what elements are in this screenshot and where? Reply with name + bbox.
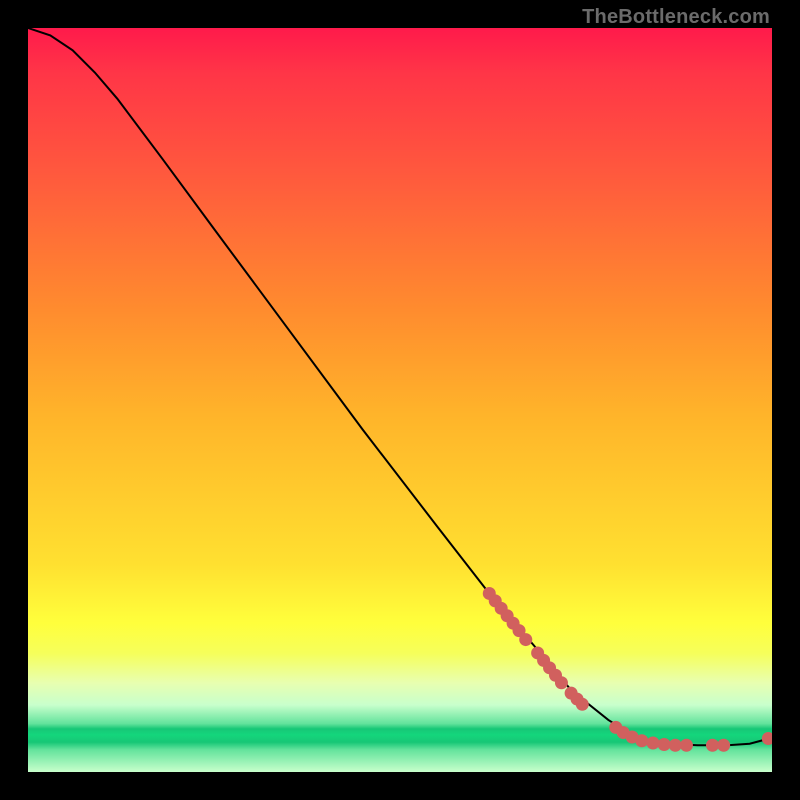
data-dot	[717, 739, 730, 752]
data-dot	[635, 734, 648, 747]
data-dot	[680, 739, 693, 752]
bottleneck-curve	[28, 28, 772, 745]
data-dot	[555, 676, 568, 689]
data-dot	[646, 736, 659, 749]
data-dots	[483, 587, 772, 752]
plot-area	[28, 28, 772, 772]
data-dot	[576, 698, 589, 711]
chart-frame: TheBottleneck.com	[0, 0, 800, 800]
data-dot	[658, 738, 671, 751]
chart-svg	[28, 28, 772, 772]
data-dot	[762, 732, 772, 745]
data-dot	[669, 739, 682, 752]
watermark-label: TheBottleneck.com	[582, 6, 770, 29]
data-dot	[519, 633, 532, 646]
data-dot	[706, 739, 719, 752]
